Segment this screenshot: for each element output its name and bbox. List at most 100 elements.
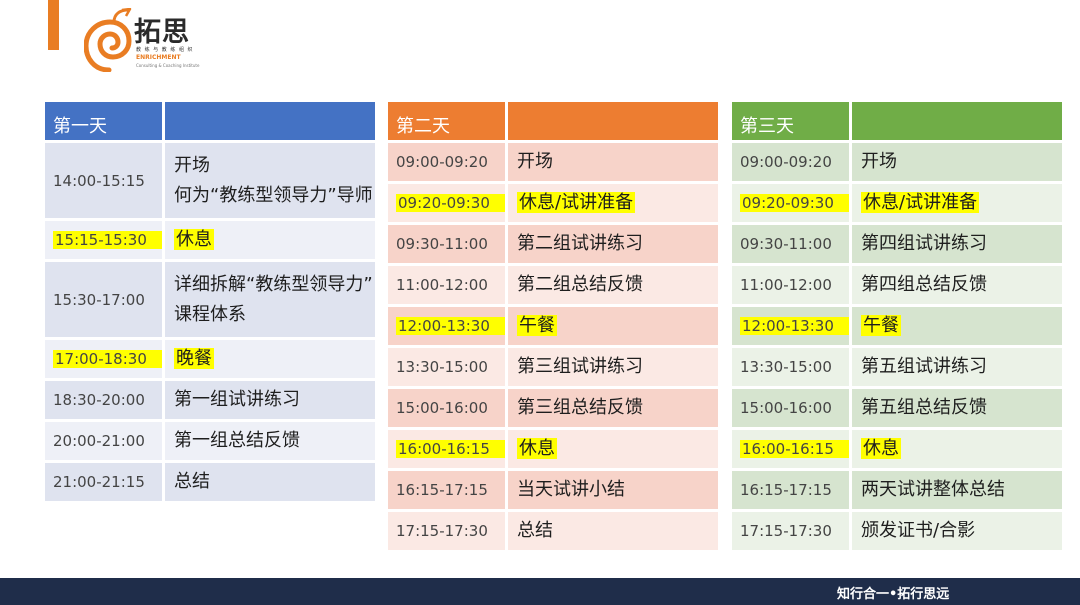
time-slot-text: 11:00-12:00 xyxy=(396,276,488,294)
activity-text: 何为“教练型领导力”导师 xyxy=(174,184,373,206)
day-header-row: 第三天 xyxy=(732,102,1062,140)
activity-line: 第三组总结反馈 xyxy=(517,393,718,423)
schedule-row: 13:30-15:00 第五组试讲练习 xyxy=(732,348,1062,386)
activity-text: 课程体系 xyxy=(174,303,246,325)
activity-line: 第一组试讲练习 xyxy=(174,385,375,415)
time-cell: 15:15-15:30 xyxy=(45,221,162,259)
schedule-row: 14:00-15:15 开场何为“教练型领导力”导师 xyxy=(45,143,375,218)
activity-cell: 第四组试讲练习 xyxy=(852,225,1062,263)
activity-line: 课程体系 xyxy=(174,300,375,330)
time-slot-text: 15:00-16:00 xyxy=(396,399,488,417)
activity-text: 午餐 xyxy=(517,315,557,336)
activity-line: 详细拆解“教练型领导力” xyxy=(174,270,375,300)
spiral-logo-icon xyxy=(84,8,132,72)
schedule-row: 13:30-15:00 第三组试讲练习 xyxy=(388,348,718,386)
activity-line: 开场 xyxy=(861,147,1062,177)
activity-text: 第一组总结反馈 xyxy=(174,430,300,451)
time-slot-text: 09:20-09:30 xyxy=(396,194,505,212)
activity-cell: 第四组总结反馈 xyxy=(852,266,1062,304)
activity-line: 晚餐 xyxy=(174,344,375,374)
activity-cell: 开场何为“教练型领导力”导师 xyxy=(165,143,375,218)
schedule-row: 09:00-09:20 开场 xyxy=(732,143,1062,181)
time-cell: 09:20-09:30 xyxy=(388,184,505,222)
time-slot-text: 14:00-15:15 xyxy=(53,171,145,190)
activity-text: 午餐 xyxy=(861,315,901,336)
time-slot-text: 13:30-15:00 xyxy=(396,358,488,376)
activity-text: 两天试讲整体总结 xyxy=(861,479,1005,500)
activity-cell: 第三组总结反馈 xyxy=(508,389,718,427)
activity-line: 开场 xyxy=(517,147,718,177)
activity-text: 第五组试讲练习 xyxy=(861,356,987,377)
day-header-row: 第二天 xyxy=(388,102,718,140)
time-slot-text: 16:15-17:15 xyxy=(740,481,832,499)
activity-line: 休息/试讲准备 xyxy=(517,188,718,218)
time-cell: 09:30-11:00 xyxy=(388,225,505,263)
activity-text: 休息/试讲准备 xyxy=(517,192,636,213)
schedule-row: 16:00-16:15 休息 xyxy=(732,430,1062,468)
time-cell: 11:00-12:00 xyxy=(388,266,505,304)
activity-text: 第五组总结反馈 xyxy=(861,397,987,418)
activity-cell: 总结 xyxy=(165,463,375,501)
activity-cell: 午餐 xyxy=(852,307,1062,345)
activity-text: 休息 xyxy=(517,438,557,459)
activity-cell: 休息 xyxy=(852,430,1062,468)
activity-text: 总结 xyxy=(517,520,553,541)
activity-text: 当天试讲小结 xyxy=(517,479,625,500)
logo-english-name: ENRICHMENT xyxy=(136,54,181,61)
time-cell: 11:00-12:00 xyxy=(732,266,849,304)
activity-cell: 休息 xyxy=(508,430,718,468)
time-slot-text: 20:00-21:00 xyxy=(53,432,145,450)
time-slot-text: 09:30-11:00 xyxy=(396,235,488,253)
activity-line: 总结 xyxy=(174,467,375,497)
activity-cell: 详细拆解“教练型领导力” 课程体系 xyxy=(165,262,375,337)
time-slot-text: 15:15-15:30 xyxy=(53,231,162,249)
activity-line: 第三组试讲练习 xyxy=(517,352,718,382)
activity-cell: 当天试讲小结 xyxy=(508,471,718,509)
activity-cell: 颁发证书/合影 xyxy=(852,512,1062,550)
time-cell: 17:00-18:30 xyxy=(45,340,162,378)
activity-text: 第一组试讲练习 xyxy=(174,389,300,410)
company-logo: 拓思 教 练 与 教 练 组 织 ENRICHMENT Consulting &… xyxy=(84,8,214,74)
schedule-row: 12:00-13:30 午餐 xyxy=(732,307,1062,345)
activity-text: 晚餐 xyxy=(174,348,214,369)
activity-cell: 休息/试讲准备 xyxy=(508,184,718,222)
logo-chinese-name: 拓思 xyxy=(134,17,190,48)
time-cell: 18:30-20:00 xyxy=(45,381,162,419)
footer-bar: 知行合一•拓行思远 xyxy=(0,578,1080,605)
time-slot-text: 18:30-20:00 xyxy=(53,391,145,409)
activity-line: 第四组试讲练习 xyxy=(861,229,1062,259)
time-cell: 15:00-16:00 xyxy=(388,389,505,427)
activity-line: 何为“教练型领导力”导师 xyxy=(174,181,375,211)
schedule-row: 09:30-11:00 第二组试讲练习 xyxy=(388,225,718,263)
time-slot-text: 11:00-12:00 xyxy=(740,276,832,294)
schedule-row: 09:20-09:30 休息/试讲准备 xyxy=(388,184,718,222)
schedule-row: 17:15-17:30 总结 xyxy=(388,512,718,550)
activity-line: 两天试讲整体总结 xyxy=(861,475,1062,505)
time-cell: 21:00-21:15 xyxy=(45,463,162,501)
activity-line: 休息 xyxy=(174,225,375,255)
schedule-row: 21:00-21:15 总结 xyxy=(45,463,375,501)
schedule-row: 11:00-12:00 第四组总结反馈 xyxy=(732,266,1062,304)
activity-cell: 总结 xyxy=(508,512,718,550)
activity-line: 第二组总结反馈 xyxy=(517,270,718,300)
activity-text: 开场 xyxy=(861,151,897,172)
time-slot-text: 15:00-16:00 xyxy=(740,399,832,417)
logo-subtitle: 教 练 与 教 练 组 织 xyxy=(136,47,194,53)
activity-text: 详细拆解“教练型领导力” xyxy=(174,273,373,295)
activity-text: 休息 xyxy=(861,438,901,459)
activity-cell: 开场 xyxy=(508,143,718,181)
activity-cell: 第二组试讲练习 xyxy=(508,225,718,263)
activity-text: 开场 xyxy=(174,154,210,176)
time-slot-text: 21:00-21:15 xyxy=(53,473,145,491)
day-3-schedule: 第三天 09:00-09:20 开场 09:20-09:30 休息/试讲准备 09:30-… xyxy=(732,102,1062,553)
schedule-row: 15:00-16:00 第三组总结反馈 xyxy=(388,389,718,427)
day-header-blank xyxy=(165,102,375,140)
time-slot-text: 09:00-09:20 xyxy=(396,153,488,171)
schedule-row: 20:00-21:00 第一组总结反馈 xyxy=(45,422,375,460)
activity-text: 总结 xyxy=(174,471,210,492)
day-header-title: 第二天 xyxy=(388,102,505,140)
activity-text: 第三组试讲练习 xyxy=(517,356,643,377)
logo-english-subtitle: Consulting & Coaching Institute xyxy=(136,63,200,68)
activity-line: 午餐 xyxy=(517,311,718,341)
time-slot-text: 15:30-17:00 xyxy=(53,290,145,309)
